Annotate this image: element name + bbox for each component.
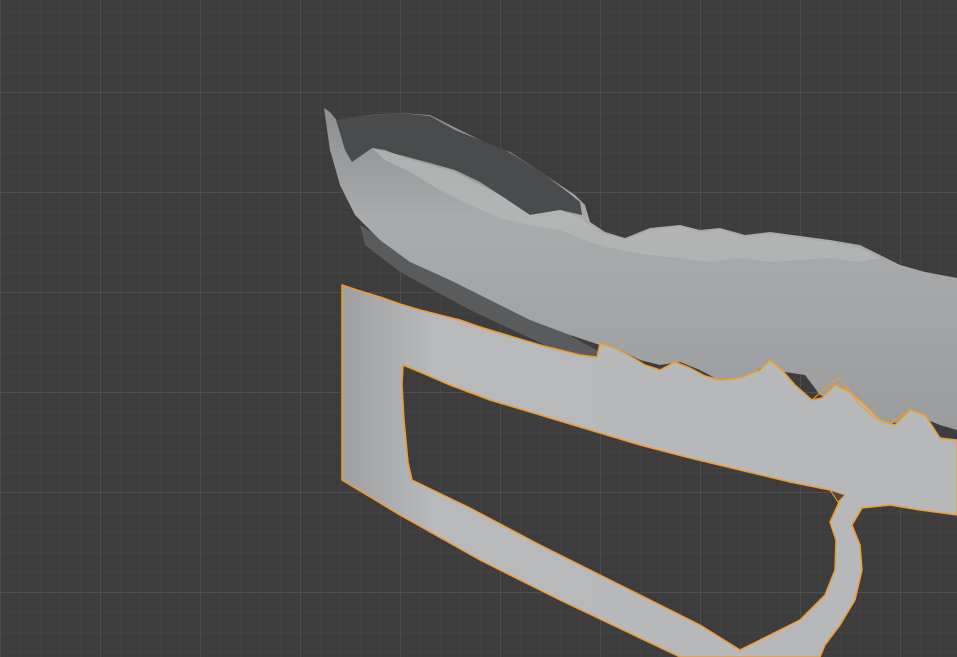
viewport-scene[interactable] xyxy=(0,0,957,657)
3d-viewport[interactable] xyxy=(0,0,957,657)
